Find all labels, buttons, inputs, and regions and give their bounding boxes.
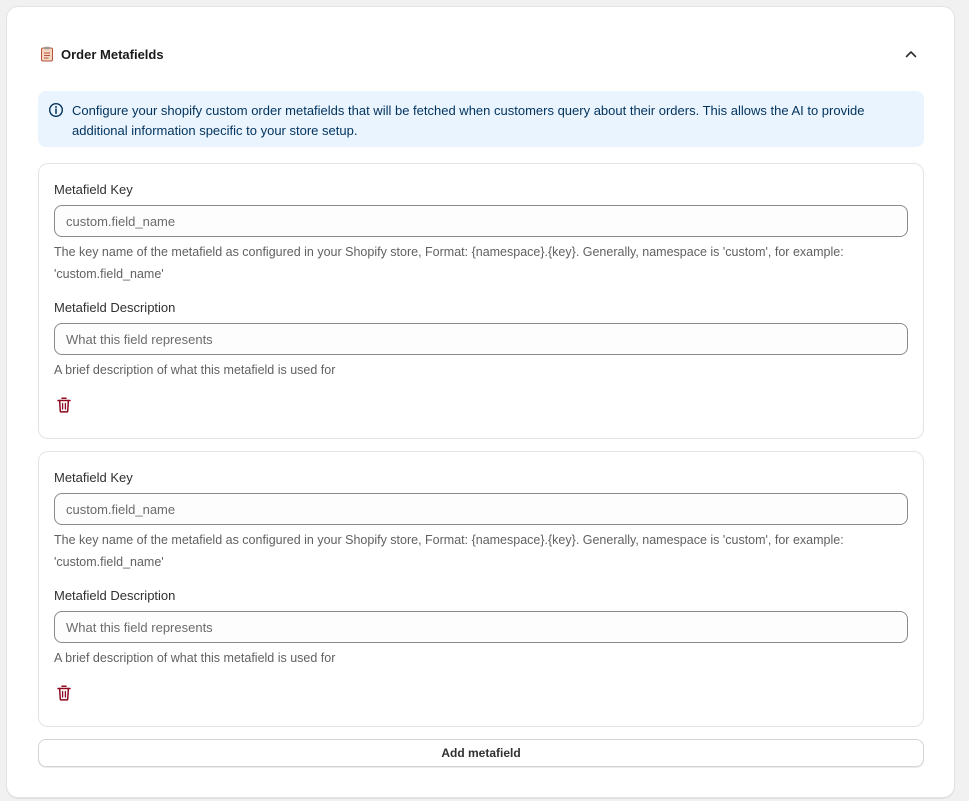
metafield-description-input[interactable]	[54, 323, 908, 355]
metafield-key-input[interactable]	[54, 493, 908, 525]
delete-metafield-button[interactable]	[55, 397, 73, 418]
trash-icon	[57, 685, 71, 706]
metafield-key-help: The key name of the metafield as configu…	[54, 245, 844, 281]
metafield-key-help: The key name of the metafield as configu…	[54, 533, 844, 569]
section-header[interactable]: Order Metafields	[40, 40, 922, 68]
metafield-description-label: Metafield Description	[54, 300, 176, 315]
metafield-key-label: Metafield Key	[54, 470, 133, 485]
info-banner-text: Configure your shopify custom order meta…	[72, 103, 865, 138]
metafield-description-help: A brief description of what this metafie…	[54, 651, 336, 665]
section-title: Order Metafields	[61, 46, 164, 62]
order-metafields-card: Order Metafields Configure your shopify …	[6, 6, 955, 798]
metafield-key-label: Metafield Key	[54, 182, 133, 197]
section-title-group: Order Metafields	[40, 46, 164, 62]
metafield-entry: Metafield Key The key name of the metafi…	[38, 451, 924, 727]
metafield-description-help: A brief description of what this metafie…	[54, 363, 336, 377]
info-icon	[48, 102, 64, 118]
info-banner: Configure your shopify custom order meta…	[38, 91, 924, 147]
metafield-description-input[interactable]	[54, 611, 908, 643]
trash-icon	[57, 397, 71, 418]
collapse-button[interactable]	[900, 43, 922, 65]
metafield-entry: Metafield Key The key name of the metafi…	[38, 163, 924, 439]
metafield-description-label: Metafield Description	[54, 588, 176, 603]
clipboard-icon	[40, 46, 54, 62]
chevron-up-icon	[905, 45, 917, 63]
metafield-key-input[interactable]	[54, 205, 908, 237]
add-metafield-button[interactable]: Add metafield	[38, 739, 924, 767]
delete-metafield-button[interactable]	[55, 685, 73, 706]
